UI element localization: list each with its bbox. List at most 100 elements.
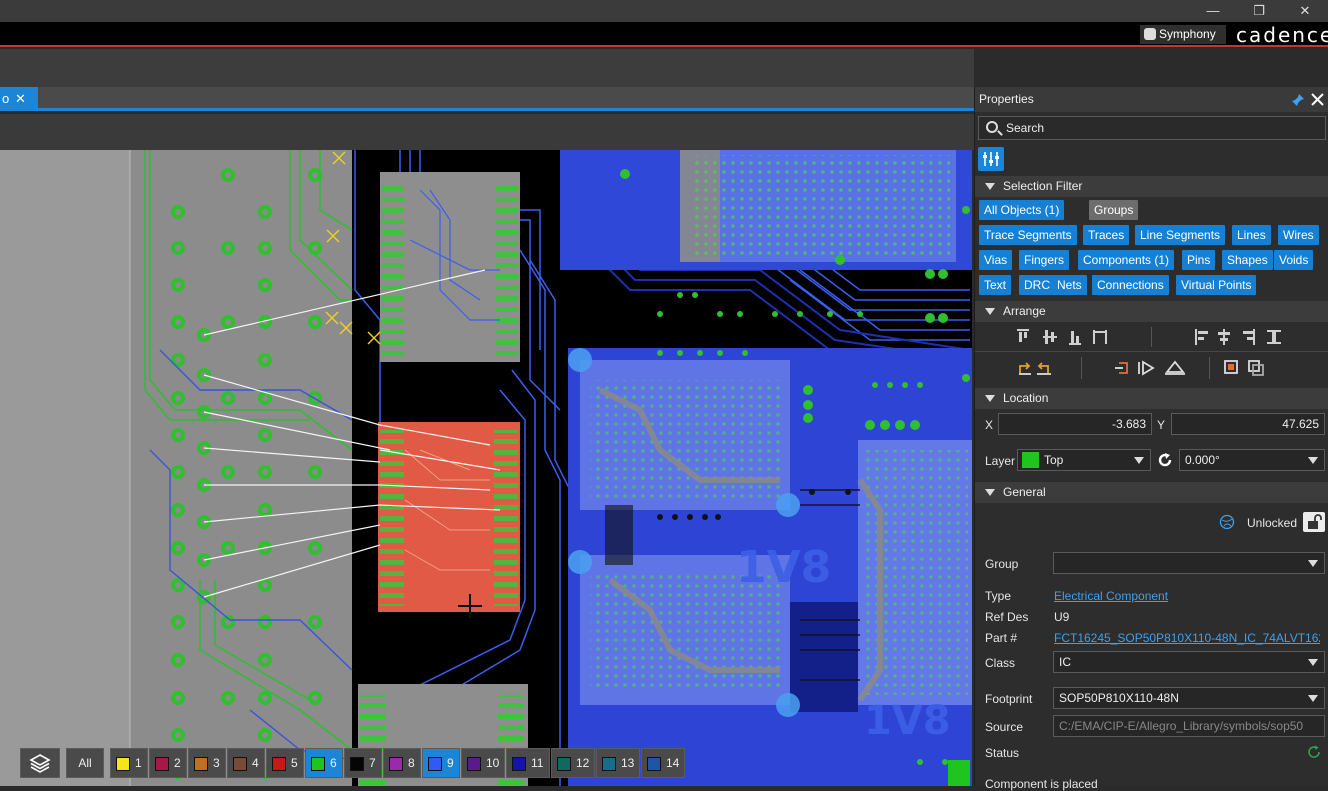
part-number-link[interactable]: FCT16245_SOP50P810X110-48N_IC_74ALVT1624…	[1054, 631, 1320, 645]
location-header[interactable]: Location	[975, 388, 1328, 409]
search-input[interactable]: Search	[978, 116, 1326, 140]
rotate-mirror-toolbar[interactable]	[1015, 357, 1285, 379]
filter-chip[interactable]: Text	[979, 275, 1012, 295]
filter-chip[interactable]: Virtual Points	[1176, 275, 1257, 295]
layer-color-swatch	[467, 757, 481, 771]
layer-toggle-2[interactable]: 2	[149, 748, 187, 778]
layers-panel-button[interactable]	[20, 748, 60, 778]
layers-icon	[29, 754, 51, 773]
document-tab[interactable]: o ✕	[0, 87, 38, 111]
selection-filter-title: Selection Filter	[1003, 179, 1083, 193]
restore-button[interactable]: ❐	[1236, 0, 1282, 22]
rotate-icon[interactable]	[1157, 452, 1173, 468]
filter-chip[interactable]: Pins	[1182, 250, 1216, 270]
refresh-icon[interactable]	[1307, 745, 1321, 759]
layer-color-swatch	[1022, 452, 1039, 468]
lock-toggle-button[interactable]	[1303, 512, 1325, 532]
layer-number: 4	[252, 756, 259, 770]
class-dropdown[interactable]: IC	[1053, 651, 1325, 673]
layer-dropdown[interactable]: Top	[1017, 449, 1151, 471]
group-dropdown[interactable]	[1053, 552, 1325, 574]
layer-toggle-3[interactable]: 3	[188, 748, 226, 778]
filter-settings-button[interactable]	[978, 147, 1004, 171]
filter-chip[interactable]: Shapes	[1222, 250, 1273, 270]
chevron-down-icon	[1134, 457, 1144, 464]
filter-chip[interactable]: Connections	[1092, 275, 1169, 295]
footprint-label: Footprint	[985, 692, 1033, 706]
layer-label: Layer	[985, 454, 1016, 468]
layer-toggle-4[interactable]: 4	[227, 748, 265, 778]
layer-value: Top	[1044, 453, 1064, 467]
filter-chip[interactable]: Lines	[1232, 225, 1271, 245]
pcb-drawing[interactable]: 1V8 1V8	[0, 150, 972, 786]
filter-chip[interactable]: Vias	[979, 250, 1013, 270]
group-label: Group	[985, 557, 1019, 571]
layer-toggle-14[interactable]: 14	[641, 748, 685, 778]
layer-color-swatch	[272, 757, 286, 771]
collapse-triangle-icon	[985, 183, 995, 190]
layer-toggle-5[interactable]: 5	[266, 748, 304, 778]
collapse-triangle-icon	[985, 308, 995, 315]
layer-color-swatch	[428, 757, 442, 771]
filter-chip[interactable]: All Objects (1)	[979, 200, 1065, 220]
source-value: C:/EMA/CIP-E/Allegro_Library/symbols/sop…	[1059, 719, 1304, 733]
filter-chip[interactable]: Trace Segments	[979, 225, 1077, 245]
filter-chip[interactable]: Traces	[1083, 225, 1130, 245]
layer-toggle-1[interactable]: 1	[110, 748, 148, 778]
layer-color-swatch	[350, 757, 364, 771]
y-label: Y	[1157, 418, 1166, 432]
chevron-down-icon	[1308, 457, 1318, 464]
panel-header: Properties	[975, 87, 1328, 112]
filter-chip[interactable]: Components (1)	[1078, 250, 1175, 270]
layer-color-swatch	[602, 757, 616, 771]
layer-color-swatch	[233, 757, 247, 771]
layer-toggle-6[interactable]: 6	[305, 748, 343, 778]
pcb-canvas[interactable]: 1V8 1V8	[0, 150, 972, 786]
filter-chip[interactable]: Line Segments	[1135, 225, 1226, 245]
arrange-header[interactable]: Arrange	[975, 301, 1328, 322]
layer-toggle-10[interactable]: 10	[461, 748, 505, 778]
close-tab-icon[interactable]: ✕	[15, 87, 26, 111]
class-label: Class	[985, 656, 1016, 670]
footprint-dropdown[interactable]: SOP50P810X110-48N	[1053, 687, 1325, 709]
filter-chip[interactable]: Wires	[1278, 225, 1319, 245]
filter-chip[interactable]: Nets	[1052, 275, 1087, 295]
align-toolbar[interactable]	[1015, 327, 1285, 347]
layer-toggle-7[interactable]: 7	[344, 748, 382, 778]
filter-chip[interactable]: Groups	[1089, 200, 1139, 220]
layer-toggle-8[interactable]: 8	[383, 748, 421, 778]
symphony-button[interactable]: Symphony	[1140, 25, 1226, 44]
x-label: X	[985, 418, 994, 432]
secondary-toolbar	[0, 114, 974, 150]
lock-state-label: Unlocked	[1247, 516, 1298, 530]
filter-chip[interactable]: DRC	[1019, 275, 1055, 295]
source-field[interactable]: C:/EMA/CIP-E/Allegro_Library/symbols/sop…	[1053, 715, 1325, 737]
part-number-label: Part #	[985, 631, 1018, 645]
layer-toggle-9[interactable]: 9	[422, 748, 460, 778]
class-value: IC	[1059, 655, 1071, 669]
panel-title: Properties	[979, 92, 1034, 106]
arrange-title: Arrange	[1003, 304, 1046, 318]
layer-toggle-12[interactable]: 12	[551, 748, 595, 778]
close-panel-icon[interactable]	[1311, 93, 1324, 106]
chevron-down-icon	[1308, 659, 1318, 666]
layer-color-swatch	[647, 757, 661, 771]
minimize-button[interactable]: —	[1190, 0, 1236, 22]
general-header[interactable]: General	[975, 482, 1328, 503]
y-coordinate-field[interactable]: 47.625	[1171, 413, 1325, 435]
layer-toggle-13[interactable]: 13	[596, 748, 640, 778]
close-window-button[interactable]: ✕	[1282, 0, 1328, 22]
x-coordinate-field[interactable]: -3.683	[998, 413, 1152, 435]
layer-number: 6	[330, 756, 337, 770]
pin-icon[interactable]	[1291, 93, 1305, 107]
type-link[interactable]: Electrical Component	[1054, 589, 1168, 603]
selection-filter-header[interactable]: Selection Filter	[975, 176, 1328, 197]
location-title: Location	[1003, 391, 1049, 405]
unlock-icon	[1308, 514, 1322, 529]
rotation-dropdown[interactable]: 0.000°	[1179, 449, 1325, 471]
all-layers-button[interactable]: All	[66, 748, 104, 778]
layer-toggle-11[interactable]: 11	[506, 748, 550, 778]
footprint-value: SOP50P810X110-48N	[1059, 691, 1179, 705]
filter-chip[interactable]: Voids	[1274, 250, 1314, 270]
filter-chip[interactable]: Fingers	[1019, 250, 1070, 270]
